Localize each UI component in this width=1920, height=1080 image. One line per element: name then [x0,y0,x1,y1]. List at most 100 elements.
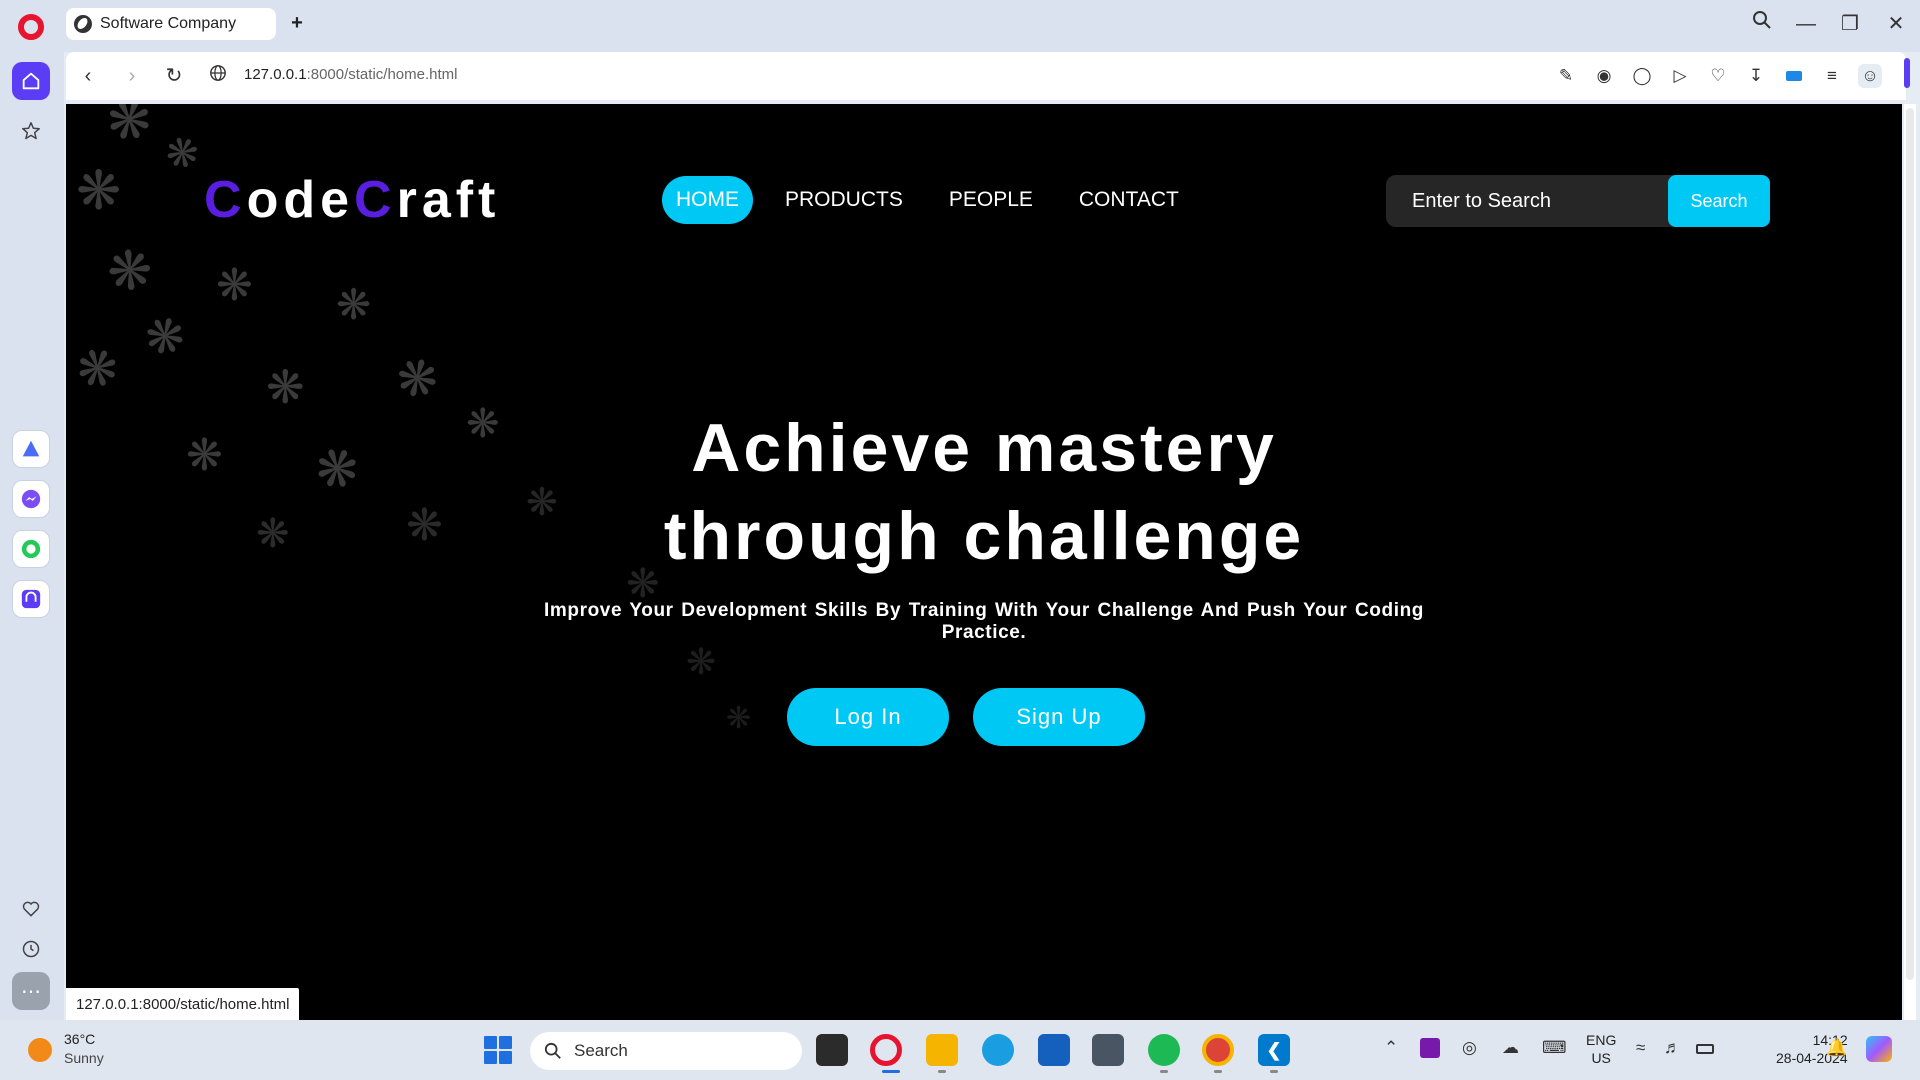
nav-contact[interactable]: CONTACT [1065,176,1193,224]
site-info-icon[interactable] [206,64,230,88]
site-logo[interactable]: CodeCraft [204,170,500,230]
scrollbar-thumb[interactable] [1906,108,1914,980]
vscode-icon[interactable]: ❮ [1258,1034,1290,1066]
shield-icon[interactable]: ◯ [1630,64,1654,88]
leaf-decoration: ❋ [66,334,128,404]
reload-icon[interactable]: ↻ [162,64,186,88]
hero-title-line: Achieve mastery [691,410,1277,486]
hero-title-line: through challenge [663,498,1305,574]
active-indicator [882,1070,900,1073]
messenger-icon[interactable] [12,480,50,518]
chrome-icon[interactable] [1202,1034,1234,1066]
favorites-heart-icon[interactable]: ♡ [1706,64,1730,88]
wifi-icon[interactable]: ≈ [1636,1038,1645,1058]
weather-temperature[interactable]: 36°C [64,1031,95,1047]
whatsapp-icon[interactable] [12,530,50,568]
search-tabs-icon[interactable] [1748,10,1776,38]
battery-saver-icon[interactable] [1782,64,1806,88]
page-viewport: ❋ ❋ ❋ ❋ ❋ ❋ ❋ ❋ ❋ ❋ ❋ ❋ ❋ ❋ ❋ ❋ ❋ ❋ ❋ Co… [66,104,1902,1020]
nav-people[interactable]: PEOPLE [935,176,1047,224]
sun-icon[interactable] [28,1038,52,1062]
url-host: 127.0.0.1 [244,66,307,83]
show-hidden-icons[interactable]: ⌃ [1384,1038,1398,1058]
leaf-decoration: ❋ [336,281,372,328]
task-view-icon[interactable] [816,1034,848,1066]
running-indicator [1214,1070,1222,1073]
address-bar: ‹ › ↻ 127.0.0.1:8000/static/home.html ✎ … [66,52,1906,100]
running-indicator [1160,1070,1168,1073]
leaf-decoration: ❋ [97,104,161,157]
opera-taskbar-icon[interactable] [870,1034,902,1066]
minimize-button[interactable]: — [1792,10,1820,38]
browser-sidebar: ⋯ [0,52,64,1020]
nav-products[interactable]: PRODUCTS [771,176,917,224]
leaf-decoration: ❋ [76,161,122,221]
leaf-decoration: ❋ [160,128,205,180]
more-options-icon[interactable]: ⋯ [12,972,50,1010]
edge-icon[interactable] [982,1034,1014,1066]
signup-button[interactable]: Sign Up [973,688,1145,746]
globe-icon [74,15,92,33]
globe-tray-icon[interactable]: ◎ [1462,1038,1477,1058]
login-button[interactable]: Log In [787,688,949,746]
language-indicator[interactable]: ENG US [1586,1031,1616,1067]
weather-condition[interactable]: Sunny [64,1050,104,1066]
store-icon[interactable] [1038,1034,1070,1066]
restore-button[interactable]: ❐ [1836,10,1864,38]
search-icon [544,1042,561,1059]
browser-tab-bar: Software Company + — ❐ ✕ [0,0,1920,52]
onedrive-icon[interactable]: ☁ [1502,1038,1519,1058]
windows-taskbar [0,1020,1920,1080]
forward-icon[interactable]: › [120,64,144,88]
camera-app-icon[interactable] [1092,1034,1124,1066]
leaf-decoration: ❋ [389,346,445,412]
taskbar-search[interactable]: Search [530,1032,802,1070]
music-player-icon[interactable] [12,580,50,618]
hero-subtitle: Improve Your Development Skills By Train… [544,600,1424,643]
browser-tab[interactable]: Software Company [66,8,276,40]
onenote-icon[interactable] [1420,1038,1440,1058]
back-icon[interactable]: ‹ [76,64,100,88]
close-window-button[interactable]: ✕ [1882,10,1910,38]
new-tab-button[interactable]: + [286,12,308,34]
logo-letter: C [204,171,247,229]
nav-home[interactable]: HOME [662,176,753,224]
search-input[interactable] [1386,175,1666,227]
taskbar-search-label: Search [574,1041,628,1060]
star-icon[interactable] [12,112,50,150]
spotify-icon[interactable] [1148,1034,1180,1066]
windows-start-icon[interactable] [484,1036,512,1064]
running-indicator [1270,1070,1278,1073]
history-icon[interactable] [12,930,50,968]
logo-text: ode [246,171,355,229]
home-icon[interactable] [12,62,50,100]
send-icon[interactable]: ▷ [1668,64,1692,88]
url-field[interactable]: 127.0.0.1:8000/static/home.html [244,66,457,83]
volume-icon[interactable]: ♬ [1664,1038,1681,1058]
status-bar-url: 127.0.0.1:8000/static/home.html [66,988,300,1020]
page-scrollbar[interactable] [1904,104,1916,1020]
easy-setup-icon[interactable]: ≡ [1820,64,1844,88]
opera-logo-icon[interactable] [18,14,44,40]
hero-section: Achieve mastery through challenge Improv… [66,404,1902,746]
region-code: US [1591,1050,1611,1066]
sidebar-toggle-accent[interactable] [1904,58,1910,88]
file-explorer-icon[interactable] [926,1034,958,1066]
search-button[interactable]: Search [1668,175,1770,227]
language-code: ENG [1586,1032,1617,1048]
aria-app-icon[interactable] [12,430,50,468]
heart-icon[interactable] [12,890,50,928]
download-icon[interactable]: ↧ [1744,64,1768,88]
share-icon[interactable]: ✎ [1554,64,1578,88]
leaf-decoration: ❋ [92,233,166,309]
site-search: Search [1386,175,1770,227]
leaf-decoration: ❋ [135,304,197,371]
profile-icon[interactable]: ☺ [1858,64,1882,88]
battery-icon[interactable] [1696,1044,1714,1054]
keyboard-icon[interactable]: ⌨ [1542,1038,1567,1058]
camera-icon[interactable]: ◉ [1592,64,1616,88]
notification-bell-icon[interactable]: 🔔 [1826,1038,1847,1058]
cta-group: Log In Sign Up [66,688,1902,746]
logo-letter: C [354,171,397,229]
copilot-icon[interactable] [1866,1036,1892,1062]
